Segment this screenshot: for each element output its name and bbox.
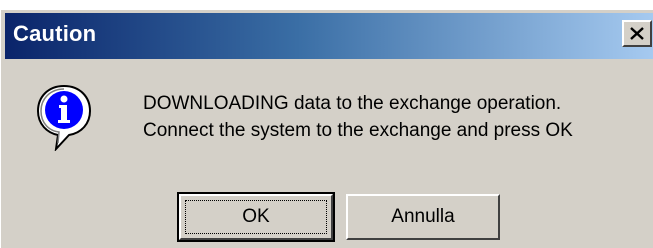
dialog-title: Caution	[13, 21, 97, 46]
close-button[interactable]	[622, 20, 652, 47]
message-line-2: Connect the system to the exchange and p…	[143, 120, 573, 141]
caution-dialog: Caution DOWNLOADING data to the exchange…	[0, 9, 653, 248]
message-line-1: DOWNLOADING data to the exchange operati…	[143, 93, 562, 114]
message-text: DOWNLOADING data to the exchange operati…	[143, 90, 573, 144]
focus-rectangle	[185, 200, 327, 234]
info-icon	[36, 84, 92, 151]
close-icon	[630, 27, 644, 40]
cancel-button[interactable]: Annulla	[346, 194, 500, 240]
ok-button[interactable]: OK	[177, 192, 335, 242]
cancel-button-label: Annulla	[391, 206, 455, 227]
title-bar[interactable]: Caution	[5, 13, 653, 59]
